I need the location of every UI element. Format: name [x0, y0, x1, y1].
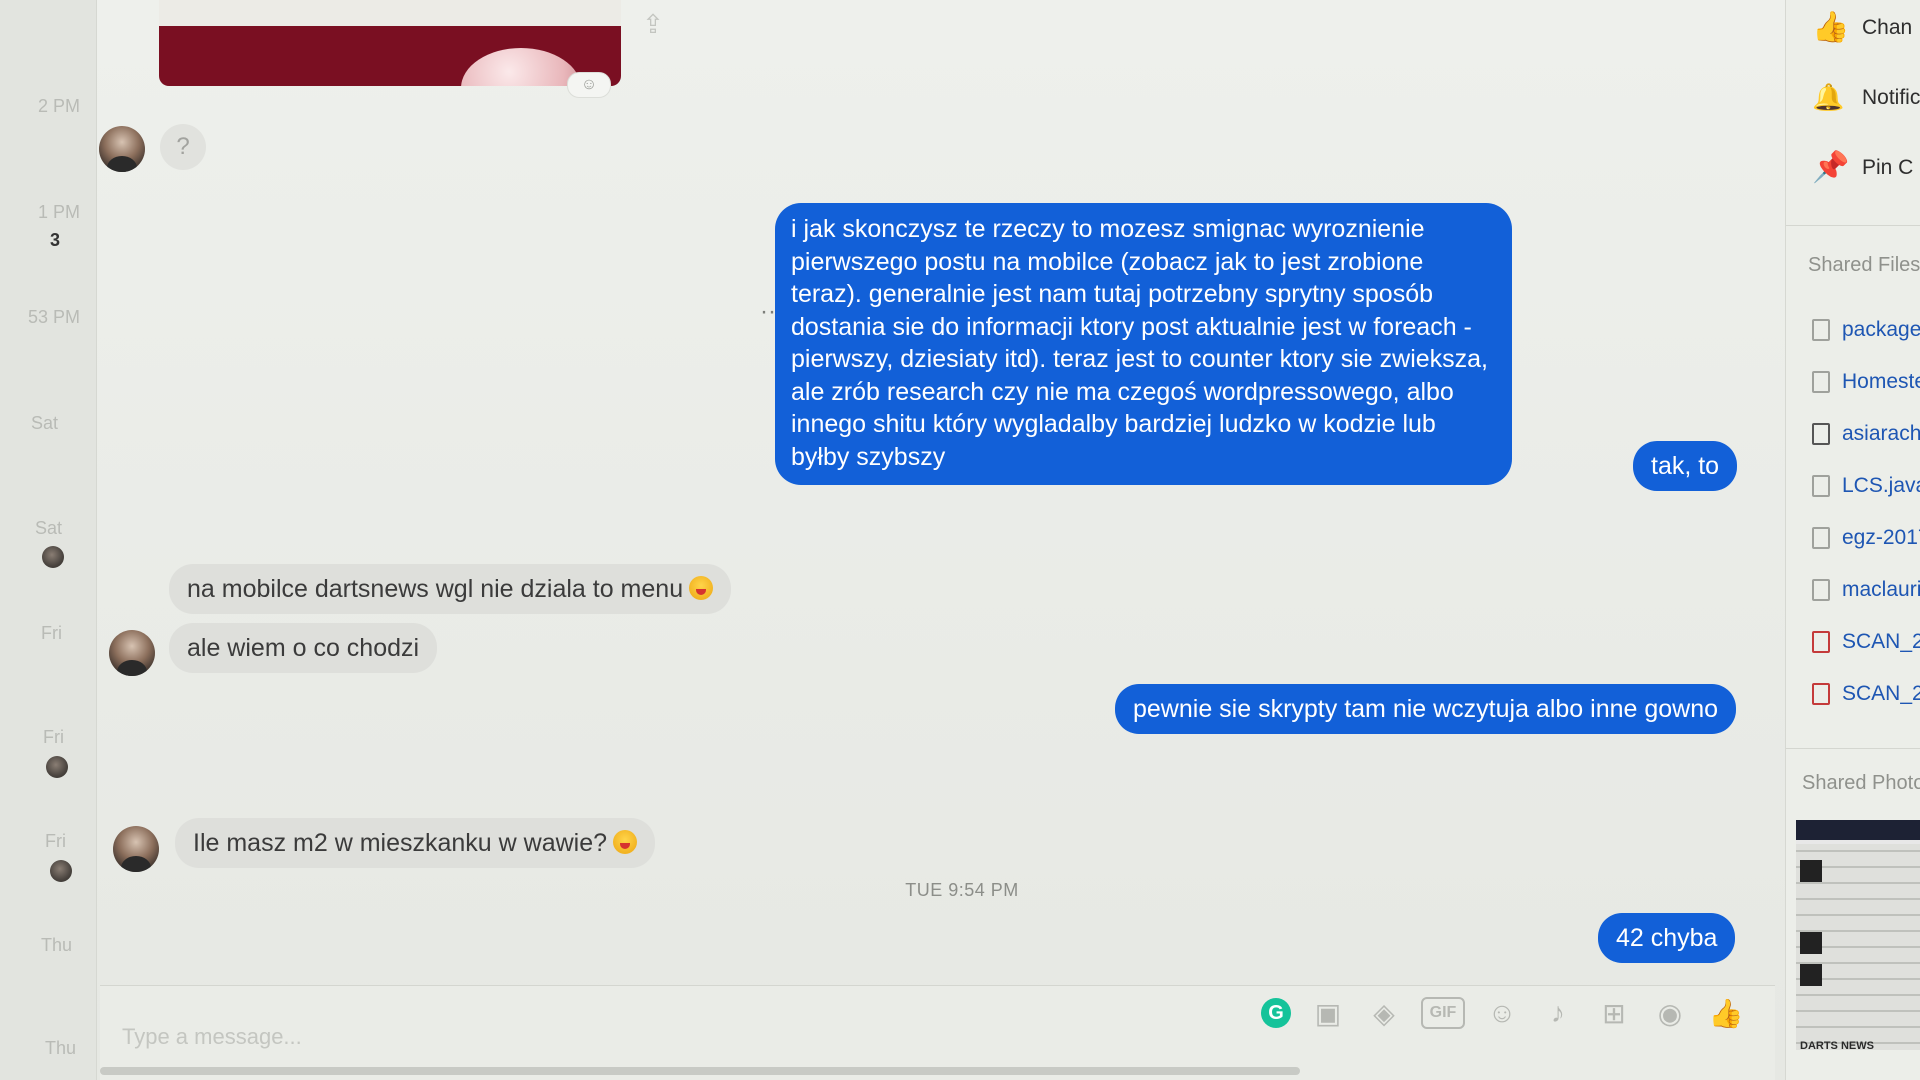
- conversation-time[interactable]: Fri: [0, 623, 62, 644]
- conversation-time[interactable]: 53 PM: [0, 307, 80, 328]
- file-name: asiarach: [1842, 422, 1920, 445]
- seen-avatar-icon: [46, 756, 68, 778]
- file-name: package: [1842, 318, 1920, 341]
- file-name: SCAN_2: [1842, 630, 1920, 653]
- pdf-icon: [1812, 631, 1830, 653]
- avatar[interactable]: [99, 126, 145, 172]
- message-text: Ile masz m2 w mieszkanku w wawie?: [193, 829, 608, 857]
- shared-files-header[interactable]: Shared Files: [1808, 254, 1920, 277]
- like-icon[interactable]: 👍: [1707, 994, 1745, 1032]
- camera-icon[interactable]: ◉: [1651, 994, 1689, 1032]
- image-attachment-header: [159, 0, 621, 26]
- action-label: Chan: [1862, 15, 1913, 39]
- conversation-time[interactable]: 2 PM: [0, 96, 80, 117]
- shared-file-item[interactable]: SCAN_2: [1812, 682, 1920, 706]
- pin-icon: 📌: [1812, 151, 1850, 184]
- chat-thread: ⇪ ☺ ? ··· ☺ i jak skonczysz te rzeczy to…: [97, 0, 1777, 985]
- conversation-time[interactable]: Thu: [0, 935, 72, 956]
- emoji-icon[interactable]: ☺: [1483, 994, 1521, 1032]
- file-icon: [1812, 319, 1830, 341]
- conversation-time[interactable]: 1 PM: [0, 202, 80, 223]
- composer-toolbar: G ▣ ◈ GIF ☺ ♪ ⊞ ◉ 👍: [1261, 994, 1745, 1032]
- file-name: egz-2017: [1842, 526, 1920, 549]
- conversation-time[interactable]: Thu: [0, 1038, 76, 1059]
- thumbs-up-icon: 👍: [1812, 11, 1850, 44]
- photo-block: [1800, 860, 1822, 882]
- pin-conversation-action[interactable]: 📌 Pin C: [1812, 150, 1913, 185]
- image-attachment[interactable]: [159, 0, 621, 86]
- photo-block: [1800, 932, 1822, 954]
- share-icon[interactable]: ⇪: [642, 10, 664, 38]
- file-icon: [1812, 371, 1830, 393]
- bell-icon: 🔔: [1812, 82, 1845, 112]
- seen-avatar-icon: [42, 546, 64, 568]
- microphone-icon[interactable]: ♪: [1539, 994, 1577, 1032]
- shared-file-item[interactable]: Homeste: [1812, 370, 1920, 394]
- shared-file-item[interactable]: egz-2017: [1812, 526, 1920, 550]
- conversation-time[interactable]: Fri: [0, 831, 66, 852]
- tongue-emoji-icon: [613, 830, 638, 854]
- conversation-list-strip: 2 PM 1 PM 3 53 PM Sat Sat Fri Fri Fri Th…: [0, 0, 97, 1080]
- incoming-message[interactable]: ale wiem o co chodzi: [169, 623, 438, 673]
- shared-file-item[interactable]: SCAN_2: [1812, 630, 1920, 654]
- sticker-icon[interactable]: ◈: [1365, 994, 1403, 1032]
- document-icon: [1812, 579, 1830, 601]
- messenger-window: 2 PM 1 PM 3 53 PM Sat Sat Fri Fri Fri Th…: [0, 0, 1920, 1080]
- incoming-message[interactable]: Ile masz m2 w mieszkanku w wawie?: [175, 818, 656, 868]
- shared-photos-header[interactable]: Shared Photos: [1802, 772, 1920, 795]
- incoming-message[interactable]: na mobilce dartsnews wgl nie dziala to m…: [169, 564, 732, 614]
- avatar[interactable]: [113, 826, 159, 872]
- file-name: Homeste: [1842, 370, 1920, 393]
- file-name: LCS.java: [1842, 474, 1920, 497]
- message-timestamp: TUE 9:54 PM: [905, 880, 1019, 900]
- outgoing-message[interactable]: tak, to: [1633, 441, 1738, 491]
- reaction-icon[interactable]: ☺: [567, 72, 611, 98]
- divider: [1786, 748, 1920, 749]
- avatar[interactable]: [109, 630, 155, 676]
- conversation-time[interactable]: Sat: [0, 413, 58, 434]
- game-icon[interactable]: ⊞: [1595, 994, 1633, 1032]
- file-icon: [1812, 475, 1830, 497]
- conversation-time[interactable]: Sat: [0, 518, 62, 539]
- tongue-emoji-icon: [689, 576, 714, 600]
- divider: [1786, 225, 1920, 226]
- shared-file-item[interactable]: LCS.java: [1812, 474, 1920, 498]
- outgoing-message[interactable]: 42 chyba: [1598, 913, 1736, 963]
- grammarly-icon[interactable]: G: [1261, 998, 1291, 1028]
- message-composer: G ▣ ◈ GIF ☺ ♪ ⊞ ◉ 👍: [100, 985, 1775, 1080]
- file-name: SCAN_2: [1842, 682, 1920, 705]
- shared-file-item[interactable]: maclauri: [1812, 578, 1920, 602]
- photo-block: [1800, 964, 1822, 986]
- change-emoji-action[interactable]: 👍 Chan: [1812, 10, 1912, 45]
- notifications-action[interactable]: 🔔 Notific: [1812, 82, 1920, 113]
- seen-avatar-icon: [50, 860, 72, 882]
- pdf-icon: [1812, 683, 1830, 705]
- action-label: Pin C: [1862, 155, 1914, 179]
- outgoing-message[interactable]: pewnie sie skrypty tam nie wczytuja albo…: [1115, 684, 1737, 734]
- photo-caption: DARTS NEWS: [1800, 1040, 1874, 1052]
- message-input[interactable]: [120, 1016, 1024, 1058]
- horizontal-scrollbar[interactable]: [100, 1067, 1300, 1075]
- message-text: na mobilce dartsnews wgl nie dziala to m…: [187, 575, 684, 603]
- image-attachment-graphic: [461, 48, 581, 86]
- conversation-time[interactable]: Fri: [0, 727, 64, 748]
- action-label: Notific: [1862, 85, 1920, 109]
- outgoing-message[interactable]: i jak skonczysz te rzeczy to mozesz smig…: [775, 203, 1512, 485]
- unread-badge: 3: [49, 230, 60, 250]
- conversation-info-panel: 👍 Chan 🔔 Notific 📌 Pin C Shared Files pa…: [1785, 0, 1920, 1080]
- incoming-message[interactable]: ?: [160, 124, 206, 170]
- shared-file-item[interactable]: asiarach: [1812, 422, 1920, 446]
- shared-photo-thumbnail[interactable]: [1796, 820, 1920, 1050]
- shared-file-item[interactable]: package: [1812, 318, 1920, 342]
- gif-icon[interactable]: GIF: [1421, 997, 1465, 1029]
- file-name: maclauri: [1842, 578, 1920, 601]
- image-icon[interactable]: ▣: [1309, 994, 1347, 1032]
- archive-file-icon: [1812, 423, 1830, 445]
- document-icon: [1812, 527, 1830, 549]
